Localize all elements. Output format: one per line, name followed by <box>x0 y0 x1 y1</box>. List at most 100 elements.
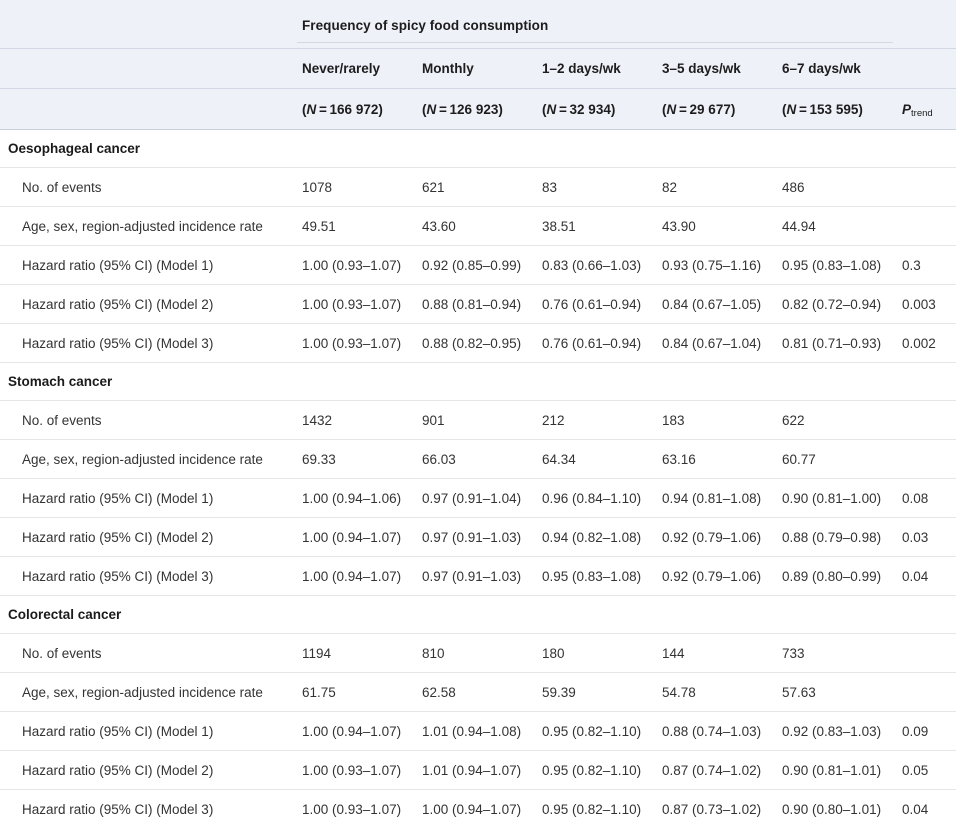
cell-value: 43.60 <box>417 206 537 246</box>
cell-value: 38.51 <box>537 206 657 246</box>
row-label: Age, sex, region-adjusted incidence rate <box>0 672 297 712</box>
cell-value: 1194 <box>297 633 417 673</box>
row-label: Hazard ratio (95% CI) (Model 1) <box>0 711 297 751</box>
header-rowlabel-blank <box>0 0 297 49</box>
table-row: No. of events 1078 621 83 82 486 <box>0 167 956 207</box>
cell-value: 1.00 (0.93–1.07) <box>297 284 417 324</box>
cell-value: 0.95 (0.82–1.10) <box>537 711 657 751</box>
cell-value: 0.84 (0.67–1.04) <box>657 323 777 363</box>
header-n-6-7-days: (N = 153 595) <box>777 88 898 130</box>
cell-value: 57.63 <box>777 672 898 712</box>
cell-value: 1.00 (0.93–1.07) <box>297 750 417 790</box>
cell-value: 60.77 <box>777 439 898 479</box>
row-label: Hazard ratio (95% CI) (Model 3) <box>0 323 297 363</box>
cell-ptrend-value: 0.09 <box>897 711 956 751</box>
row-label: Age, sex, region-adjusted incidence rate <box>0 206 297 246</box>
header-col-6-7-days: 6–7 days/wk <box>777 48 898 89</box>
cell-value: 0.95 (0.82–1.10) <box>537 789 657 818</box>
cell-value: 733 <box>777 633 898 673</box>
cell-value: 82 <box>657 167 777 207</box>
cell-value: 1.00 (0.93–1.07) <box>297 245 417 285</box>
table-header: Frequency of spicy food consumption Neve… <box>0 0 956 130</box>
section-title: Colorectal cancer <box>0 595 956 634</box>
section-header-row: Oesophageal cancer <box>0 129 956 168</box>
cell-ptrend-value: 0.03 <box>897 517 956 557</box>
table-row: Hazard ratio (95% CI) (Model 1) 1.00 (0.9… <box>0 478 956 518</box>
header-n-1-2-days: (N = 32 934) <box>537 88 657 130</box>
header-ptrend: Ptrend <box>897 88 956 130</box>
cell-value: 63.16 <box>657 439 777 479</box>
cell-value: 1432 <box>297 400 417 440</box>
cell-ptrend-value: 0.08 <box>897 478 956 518</box>
cell-value: 1.01 (0.94–1.07) <box>417 750 537 790</box>
section-title: Oesophageal cancer <box>0 129 956 168</box>
cell-value: 901 <box>417 400 537 440</box>
section-header-row: Colorectal cancer <box>0 595 956 634</box>
header-col-1-2-days: 1–2 days/wk <box>537 48 657 89</box>
cell-value: 0.88 (0.74–1.03) <box>657 711 777 751</box>
cell-value: 0.88 (0.81–0.94) <box>417 284 537 324</box>
ptrend-label: Ptrend <box>902 101 933 119</box>
n-value-1: (N = 126 923) <box>422 101 503 117</box>
cell-ptrend-value <box>897 633 956 673</box>
cell-value: 64.34 <box>537 439 657 479</box>
cell-value: 180 <box>537 633 657 673</box>
row-label: Hazard ratio (95% CI) (Model 3) <box>0 789 297 818</box>
cell-ptrend-value <box>897 167 956 207</box>
header-col-3-5-days: 3–5 days/wk <box>657 48 777 89</box>
header-col-monthly: Monthly <box>417 48 537 89</box>
cell-ptrend-value: 0.04 <box>897 789 956 818</box>
cell-value: 144 <box>657 633 777 673</box>
cell-value: 0.76 (0.61–0.94) <box>537 323 657 363</box>
cell-value: 59.39 <box>537 672 657 712</box>
n-value-2: (N = 32 934) <box>542 101 616 117</box>
cell-value: 810 <box>417 633 537 673</box>
cell-ptrend-value: 0.003 <box>897 284 956 324</box>
header-col-never-rarely: Never/rarely <box>297 48 417 89</box>
table-row: Hazard ratio (95% CI) (Model 3) 1.00 (0.9… <box>0 789 956 818</box>
header-ptrend-blank-mid <box>897 48 956 89</box>
table-row: Hazard ratio (95% CI) (Model 3) 1.00 (0.9… <box>0 323 956 363</box>
cell-ptrend-value <box>897 439 956 479</box>
row-label: Hazard ratio (95% CI) (Model 2) <box>0 517 297 557</box>
row-label: No. of events <box>0 167 297 207</box>
cell-value: 486 <box>777 167 898 207</box>
section-title: Stomach cancer <box>0 362 956 401</box>
table-row: Age, sex, region-adjusted incidence rate… <box>0 672 956 712</box>
cell-value: 0.93 (0.75–1.16) <box>657 245 777 285</box>
cell-value: 1.00 (0.94–1.07) <box>417 789 537 818</box>
header-rowlabel-blank-3 <box>0 88 297 130</box>
header-category-row: Never/rarely Monthly 1–2 days/wk 3–5 day… <box>0 48 956 89</box>
cell-value: 1078 <box>297 167 417 207</box>
cell-value: 0.97 (0.91–1.04) <box>417 478 537 518</box>
row-label: Hazard ratio (95% CI) (Model 2) <box>0 284 297 324</box>
row-label: Hazard ratio (95% CI) (Model 1) <box>0 478 297 518</box>
cell-value: 0.87 (0.74–1.02) <box>657 750 777 790</box>
n-value-4: (N = 153 595) <box>782 101 863 117</box>
cell-value: 61.75 <box>297 672 417 712</box>
cell-value: 212 <box>537 400 657 440</box>
cell-value: 1.01 (0.94–1.08) <box>417 711 537 751</box>
header-ptrend-blank-top <box>897 0 956 49</box>
cell-value: 0.95 (0.83–1.08) <box>537 556 657 596</box>
row-label: Age, sex, region-adjusted incidence rate <box>0 439 297 479</box>
table-row: Hazard ratio (95% CI) (Model 1) 1.00 (0.9… <box>0 245 956 285</box>
cell-value: 1.00 (0.94–1.07) <box>297 556 417 596</box>
table-container: Frequency of spicy food consumption Neve… <box>0 0 956 818</box>
cell-value: 0.90 (0.81–1.01) <box>777 750 898 790</box>
cell-value: 0.88 (0.82–0.95) <box>417 323 537 363</box>
cell-value: 54.78 <box>657 672 777 712</box>
table-body: Oesophageal cancer No. of events 1078 621 83… <box>0 129 956 818</box>
cell-value: 0.97 (0.91–1.03) <box>417 556 537 596</box>
row-label: Hazard ratio (95% CI) (Model 3) <box>0 556 297 596</box>
results-table: Frequency of spicy food consumption Neve… <box>0 0 956 818</box>
table-row: Hazard ratio (95% CI) (Model 3) 1.00 (0.9… <box>0 556 956 596</box>
cell-value: 0.84 (0.67–1.05) <box>657 284 777 324</box>
table-row: No. of events 1432 901 212 183 622 <box>0 400 956 440</box>
row-label: Hazard ratio (95% CI) (Model 1) <box>0 245 297 285</box>
cell-value: 0.76 (0.61–0.94) <box>537 284 657 324</box>
cell-value: 83 <box>537 167 657 207</box>
cell-value: 0.95 (0.83–1.08) <box>777 245 898 285</box>
cell-value: 0.81 (0.71–0.93) <box>777 323 898 363</box>
cell-ptrend-value: 0.3 <box>897 245 956 285</box>
